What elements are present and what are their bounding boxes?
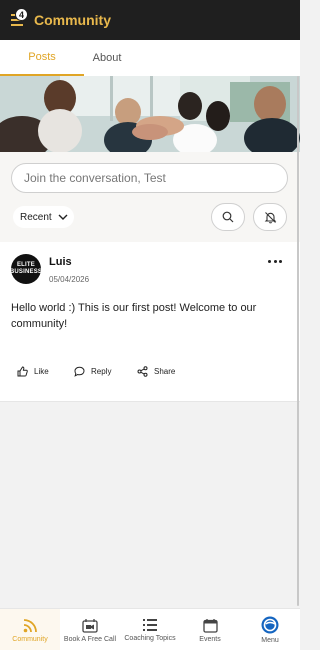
brand-logo-icon [261, 616, 279, 634]
composer-card: Join the conversation, Test Recent [0, 152, 300, 242]
chevron-down-icon [58, 214, 68, 220]
more-options-button[interactable] [268, 256, 282, 266]
bell-off-icon [264, 211, 276, 223]
avatar[interactable]: ELITE BUSINESS [9, 254, 43, 284]
share-label: Share [154, 367, 176, 376]
post-body: Hello world :) This is our first post! W… [11, 302, 257, 330]
nav-label: Book A Free Call [63, 635, 117, 643]
calendar-icon [202, 618, 218, 633]
thumbs-up-icon [17, 366, 28, 377]
nav-item-community[interactable]: Community [0, 609, 60, 650]
rss-icon [23, 618, 37, 632]
post-actions: Like Reply Share [0, 366, 300, 380]
nav-item-menu[interactable]: Menu [240, 609, 300, 650]
avatar-logo-line1: ELITE [16, 262, 35, 268]
post-author[interactable]: Luis [49, 256, 72, 268]
post-date: 05/04/2026 [49, 275, 90, 284]
reply-label: Reply [91, 367, 112, 376]
like-label: Like [34, 367, 49, 376]
post-card: ELITE BUSINESS Luis 05/04/2026 Hello wor… [0, 242, 300, 402]
sort-label: Recent [20, 211, 52, 223]
reply-button[interactable]: Reply [74, 366, 111, 377]
menu-button[interactable]: 4 [4, 0, 34, 40]
more-dot-icon [268, 259, 271, 263]
share-button[interactable]: Share [137, 366, 175, 377]
nav-item-book-a-free-call[interactable]: Book A Free Call [60, 609, 120, 650]
nav-label: Community [12, 635, 48, 643]
more-dot-icon [273, 259, 277, 263]
tab-about[interactable]: About [84, 40, 130, 76]
tab-posts[interactable]: Posts [0, 40, 84, 76]
join-conversation-input[interactable]: Join the conversation, Test [11, 163, 288, 193]
page-title: Community [34, 12, 111, 28]
top-app-bar: 4 Community [0, 0, 300, 40]
nav-item-coaching-topics[interactable]: Coaching Topics [120, 609, 180, 650]
share-icon [137, 366, 148, 377]
bottom-navigation: Community Book A Free Call Coaching Topi… [0, 608, 300, 650]
community-cover-image [0, 76, 300, 152]
nav-label: Coaching Topics [124, 635, 176, 642]
like-button[interactable]: Like [17, 366, 49, 377]
list-icon [143, 619, 157, 631]
notifications-off-button[interactable] [253, 203, 287, 231]
nav-label: Menu [261, 637, 279, 644]
sort-dropdown[interactable]: Recent [13, 206, 74, 228]
nav-label: Events [199, 635, 221, 643]
more-dot-icon [279, 259, 282, 263]
search-icon [222, 211, 234, 223]
comment-icon [74, 366, 85, 377]
avatar-logo-line2: BUSINESS [9, 269, 43, 275]
search-button[interactable] [211, 203, 245, 231]
calendar-video-icon [82, 618, 98, 633]
nav-item-events[interactable]: Events [180, 609, 240, 650]
scrollbar[interactable] [297, 76, 299, 606]
notification-badge: 4 [15, 8, 28, 21]
tab-bar: Posts About [0, 40, 300, 76]
